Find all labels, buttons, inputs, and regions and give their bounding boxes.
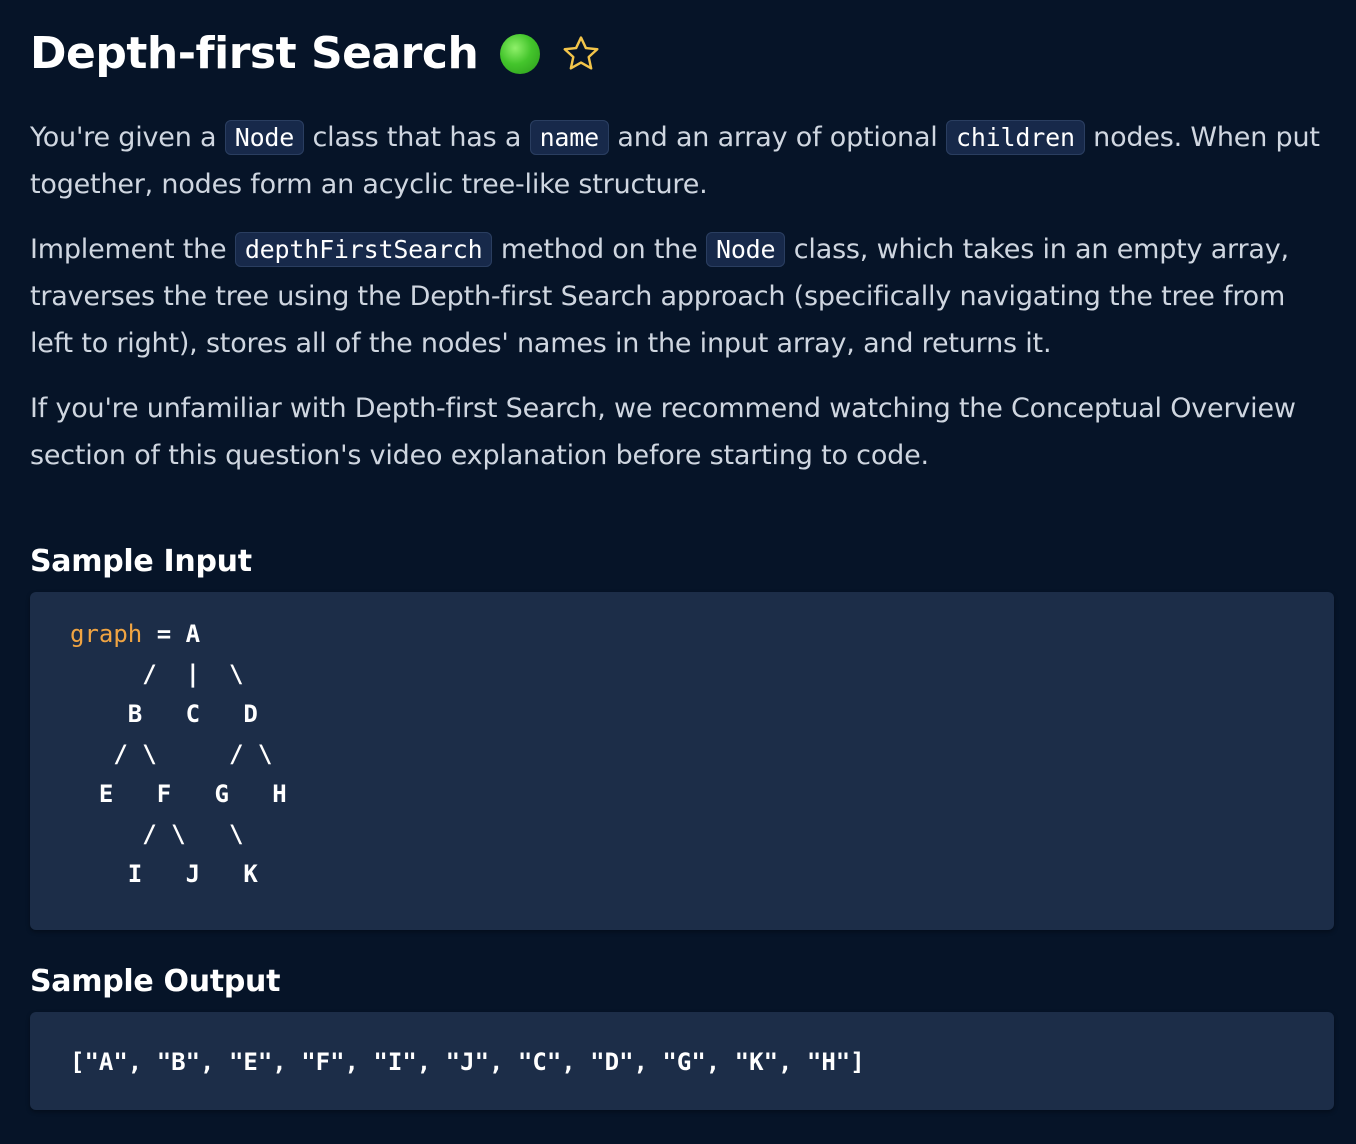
code-name: name xyxy=(529,120,609,155)
code-text: = A xyxy=(142,620,201,648)
code-node: Node xyxy=(224,120,305,155)
text: method on the xyxy=(492,234,706,265)
problem-description: You're given a Node class that has a nam… xyxy=(30,114,1334,497)
code-line: / \ / \ xyxy=(70,740,273,768)
description-paragraph-2: Implement the depthFirstSearch method on… xyxy=(30,226,1334,367)
description-paragraph-3: If you're unfamiliar with Depth-first Se… xyxy=(30,385,1334,479)
sample-output-value: ["A", "B", "E", "F", "I", "J", "C", "D",… xyxy=(70,1048,865,1076)
sample-output-code-block: ["A", "B", "E", "F", "I", "J", "C", "D",… xyxy=(30,1012,1334,1110)
code-line: / | \ xyxy=(70,660,244,688)
text: and an array of optional xyxy=(608,122,946,153)
code-node: Node xyxy=(705,232,786,267)
sample-input-code-block: graph = A / | \ B C D / \ / \ E F G H / … xyxy=(30,592,1334,930)
text: class that has a xyxy=(304,122,530,153)
code-children: children xyxy=(945,120,1085,155)
sample-output-heading: Sample Output xyxy=(30,964,281,999)
code-line: / \ \ xyxy=(70,820,244,848)
star-icon[interactable] xyxy=(560,33,602,75)
description-paragraph-1: You're given a Node class that has a nam… xyxy=(30,114,1334,208)
code-line: E F G H xyxy=(70,780,287,808)
page-title: Depth-first Search xyxy=(30,28,479,79)
sample-input-heading: Sample Input xyxy=(30,544,252,579)
title-row: Depth-first Search xyxy=(30,0,1334,108)
code-line: B C D xyxy=(70,700,258,728)
graph-variable: graph xyxy=(70,620,143,648)
code-line: I J K xyxy=(70,860,258,888)
text: You're given a xyxy=(30,122,225,153)
text: If you're unfamiliar with Depth-first Se… xyxy=(30,393,1296,471)
difficulty-indicator-icon xyxy=(500,34,541,74)
text: Implement the xyxy=(30,234,235,265)
problem-page: Depth-first Search You're given a Node c… xyxy=(0,0,1356,1144)
code-line: graph = A xyxy=(70,614,1294,654)
code-depthfirstsearch: depthFirstSearch xyxy=(234,232,493,267)
